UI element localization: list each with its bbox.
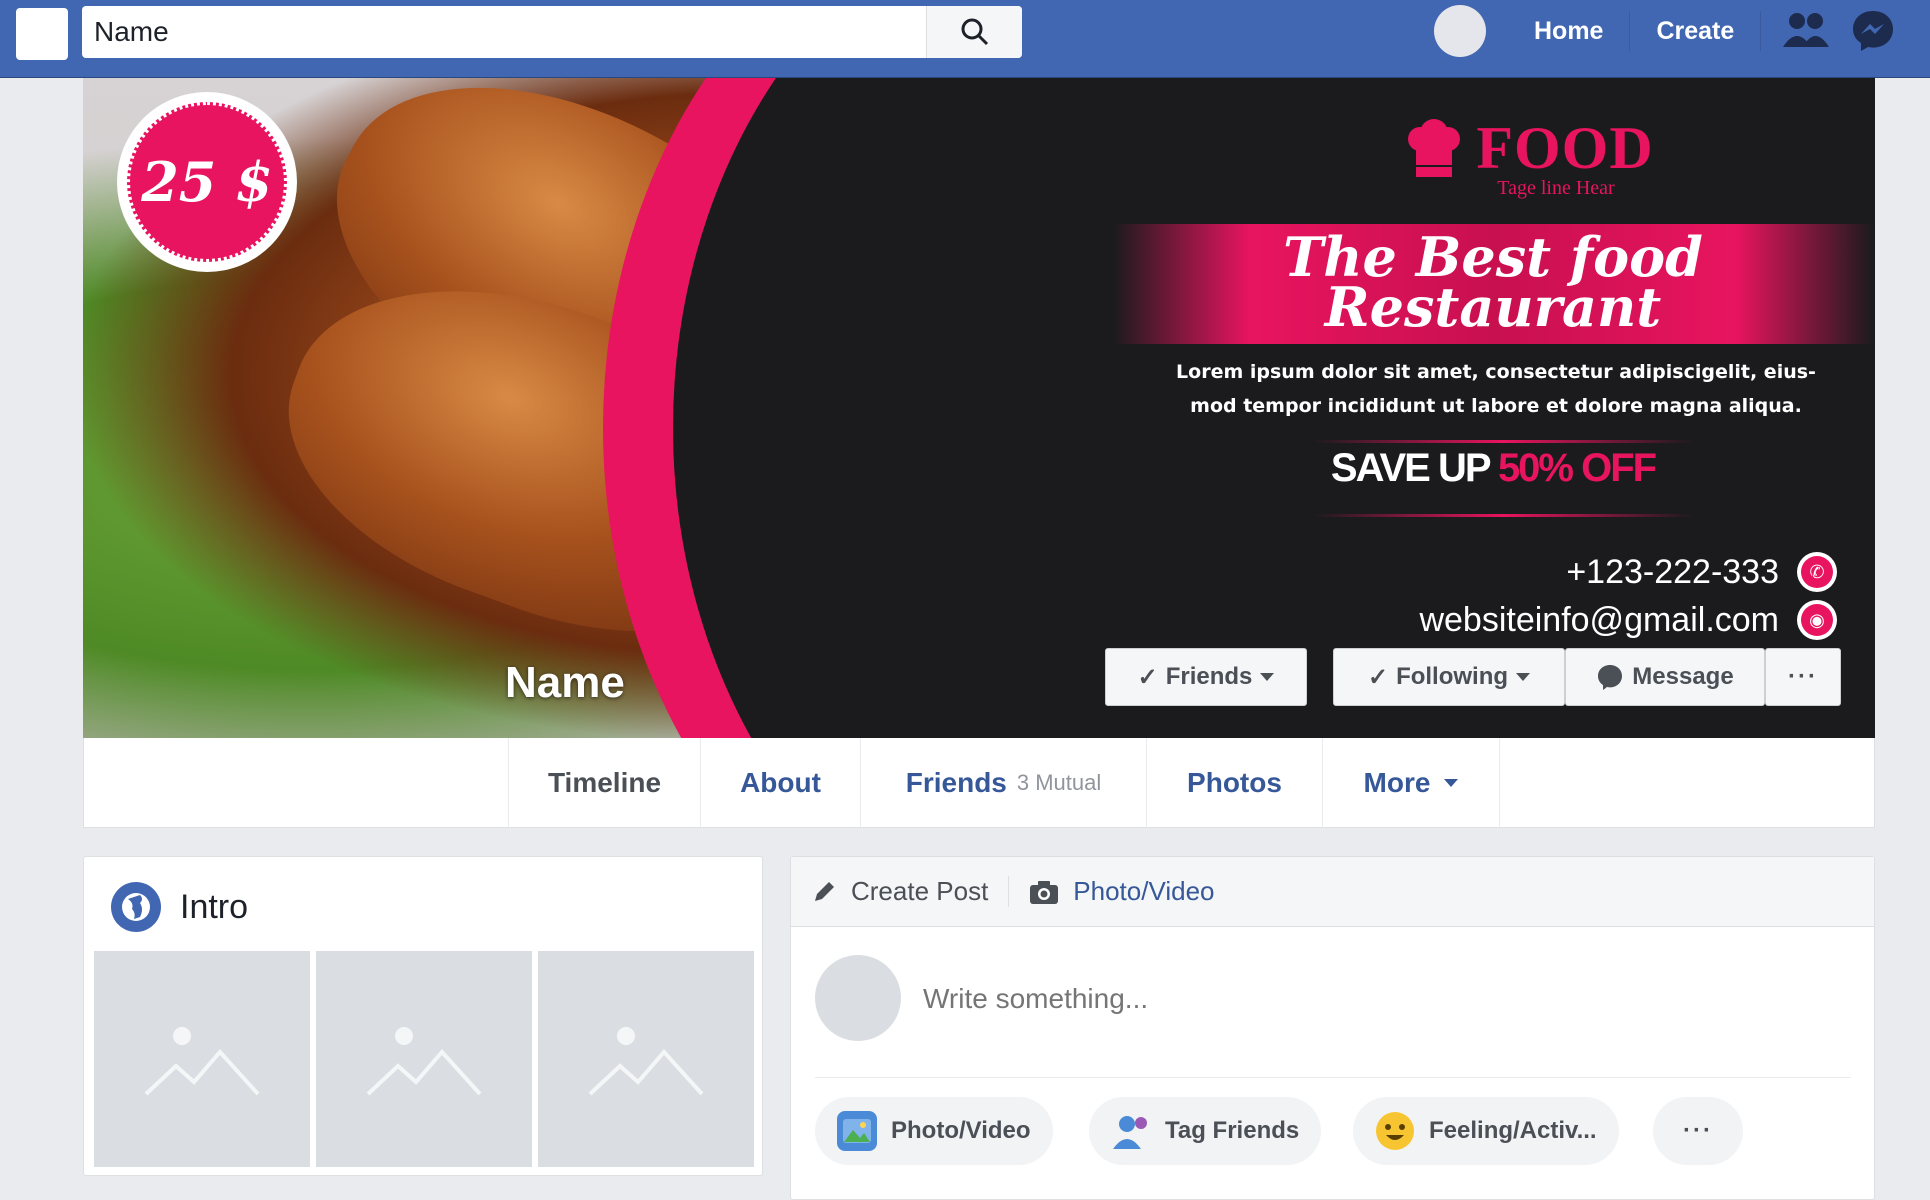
composer-header: Create Post Photo/Video (791, 857, 1874, 927)
tag-friends-icon (1111, 1111, 1151, 1151)
body-line-2: mod tempor incididunt ut labore et dolor… (1190, 395, 1802, 417)
intro-card: Intro (83, 856, 763, 1176)
divider (1313, 440, 1693, 443)
brand-name: FOOD (1476, 115, 1654, 181)
feeling-activity-button[interactable]: Feeling/Activ... (1353, 1097, 1619, 1165)
body-line-1: Lorem ipsum dolor sit amet, consectetur … (1176, 361, 1816, 383)
post-input[interactable] (923, 975, 1823, 1023)
headline-text: The Best food Restaurant (1113, 230, 1873, 339)
facebook-logo[interactable] (16, 8, 68, 60)
smiley-icon (1375, 1111, 1415, 1151)
tag-friends-button[interactable]: Tag Friends (1089, 1097, 1322, 1165)
tab-about-label: About (740, 767, 821, 798)
nav-create-link[interactable]: Create (1630, 11, 1762, 51)
composer-more-button[interactable]: ··· (1653, 1097, 1743, 1165)
photo-video-button-label: Photo/Video (891, 1117, 1031, 1144)
tab-timeline-label: Timeline (547, 767, 662, 798)
post-composer: Create Post Photo/Video Photo/Video (790, 856, 1875, 1200)
check-icon: ✓ (1137, 663, 1158, 691)
create-post-label: Create Post (851, 876, 989, 906)
profile-avatar[interactable] (1434, 5, 1486, 57)
message-button[interactable]: Message (1565, 648, 1765, 706)
more-options-button[interactable]: ··· (1765, 648, 1841, 706)
image-placeholder-icon (588, 1027, 704, 1096)
brand-logo: FOOD Tage line Hear (1363, 114, 1693, 200)
photo-placeholder[interactable] (538, 951, 754, 1167)
price-badge: 25 $ (117, 92, 297, 272)
tab-photos[interactable]: Photos (1146, 738, 1322, 828)
tab-more-label: More (1363, 767, 1431, 798)
divider (1313, 514, 1693, 517)
tab-timeline[interactable]: Timeline (508, 738, 700, 828)
friends-button[interactable]: ✓ Friends (1105, 648, 1307, 706)
search-input[interactable] (82, 6, 926, 58)
tag-friends-button-label: Tag Friends (1165, 1117, 1300, 1144)
profile-tabs: Timeline About Friends 3 Mutual Photos M… (83, 738, 1875, 828)
website-text: websiteinfo@gmail.com (1419, 600, 1779, 639)
discount-text: SAVE UP 50% OFF (1113, 446, 1873, 491)
composer-more-label: ··· (1683, 1117, 1713, 1144)
tab-about[interactable]: About (700, 738, 860, 828)
feeling-activity-button-label: Feeling/Activ... (1429, 1117, 1597, 1144)
photo-placeholder[interactable] (94, 951, 310, 1167)
profile-name: Name (505, 658, 625, 707)
create-post-tab[interactable]: Create Post (811, 876, 1010, 907)
chef-hat-icon (1408, 118, 1461, 177)
search-bar (82, 6, 1022, 58)
messenger-icon (1598, 665, 1623, 690)
tab-friends-mutual-count: 3 Mutual (1016, 770, 1102, 795)
message-button-label: Message (1632, 663, 1734, 690)
price-label: 25 $ (127, 102, 287, 262)
chevron-down-icon (1444, 779, 1459, 787)
chevron-down-icon (1516, 673, 1531, 681)
pencil-icon (815, 881, 834, 901)
contact-phone: +123-222-333 ✆ (1566, 552, 1837, 592)
camera-icon (1030, 880, 1059, 904)
search-icon (961, 18, 988, 46)
photo-placeholder[interactable] (316, 951, 532, 1167)
phone-icon: ✆ (1797, 552, 1837, 592)
cover-photo: 25 $ FOOD Tage line Hear The Best food R… (83, 78, 1875, 738)
intro-header: Intro (110, 881, 248, 933)
discount-highlight: 50% OFF (1497, 446, 1657, 490)
friends-button-label: Friends (1165, 663, 1253, 690)
messenger-icon[interactable] (1851, 9, 1895, 53)
photo-video-tab-label: Photo/Video (1073, 876, 1215, 906)
cover-body-text: Lorem ipsum dolor sit amet, consectetur … (1141, 355, 1851, 423)
photo-video-tab[interactable]: Photo/Video (1029, 876, 1234, 907)
check-icon: ✓ (1367, 663, 1389, 691)
following-button[interactable]: ✓ Following (1333, 648, 1565, 706)
globe-icon (111, 882, 161, 932)
divider (815, 1077, 1851, 1078)
more-options-label: ··· (1788, 663, 1818, 690)
tab-friends[interactable]: Friends 3 Mutual (860, 738, 1146, 828)
friends-icon[interactable] (1783, 11, 1830, 51)
photo-video-button[interactable]: Photo/Video (815, 1097, 1053, 1165)
image-placeholder-icon (366, 1027, 482, 1096)
composer-avatar (815, 955, 901, 1041)
discount-prefix: SAVE UP (1330, 446, 1498, 490)
chevron-down-icon (1260, 673, 1275, 681)
phone-text: +123-222-333 (1566, 552, 1779, 591)
photo-icon (837, 1111, 877, 1151)
following-button-label: Following (1396, 663, 1509, 690)
tab-more[interactable]: More (1322, 738, 1500, 828)
tab-friends-label: Friends (905, 767, 1007, 798)
nav-right: Home Create (1434, 0, 1895, 62)
search-button[interactable] (926, 6, 1022, 58)
nav-home-link[interactable]: Home (1508, 11, 1631, 51)
headline-line-2: Restaurant (1324, 275, 1662, 339)
tab-photos-label: Photos (1187, 767, 1282, 798)
globe-icon: ◉ (1797, 600, 1837, 640)
image-placeholder-icon (144, 1027, 260, 1096)
intro-title: Intro (180, 887, 249, 926)
top-navigation-bar: Home Create (0, 0, 1930, 78)
contact-website: websiteinfo@gmail.com ◉ (1419, 600, 1837, 640)
